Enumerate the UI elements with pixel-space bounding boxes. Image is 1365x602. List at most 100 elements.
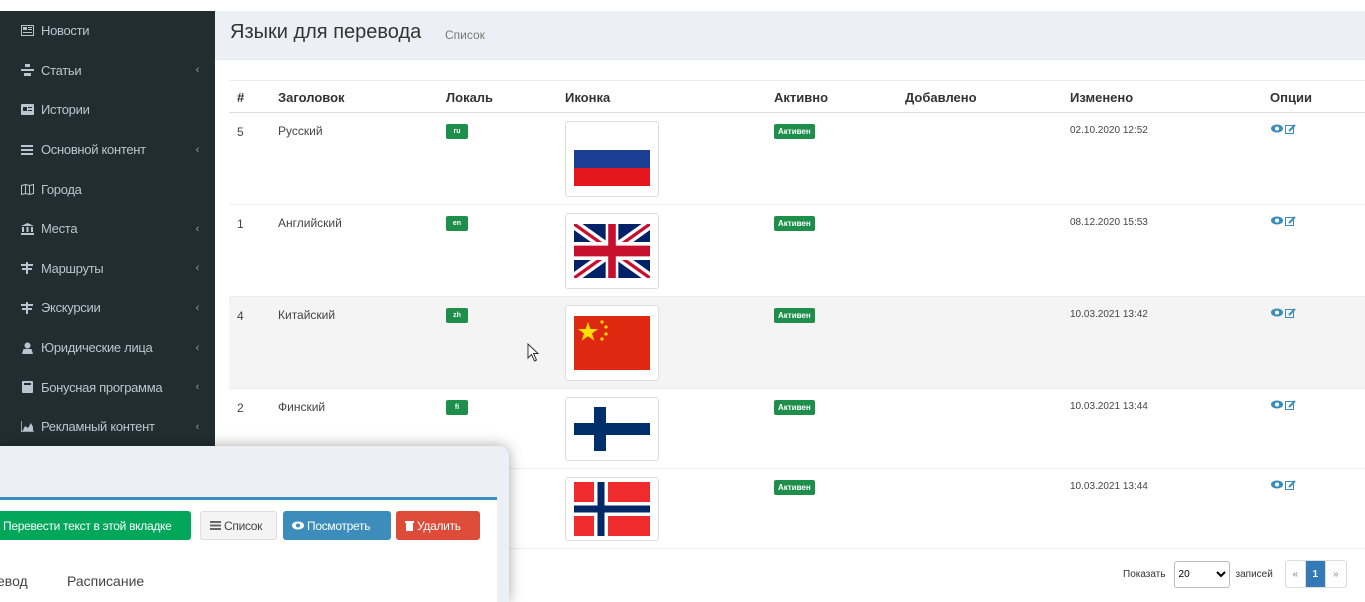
user-secret-icon: [20, 342, 34, 354]
row-modified: 10.03.2021 13:44: [1070, 401, 1148, 412]
list-button[interactable]: Список: [200, 511, 277, 540]
sidebar: Новости Статьи ‹ Истории Основной контен…: [0, 11, 215, 456]
column-header-id[interactable]: #: [237, 90, 244, 105]
uk-flag: [574, 224, 650, 278]
finland-flag: [574, 407, 650, 451]
row-options: [1271, 216, 1296, 227]
chevron-left-icon: ‹: [195, 64, 200, 77]
signpost-icon: [20, 301, 34, 314]
next-page-button[interactable]: »: [1326, 561, 1346, 587]
row-id: 1: [237, 217, 244, 231]
column-header-modified[interactable]: Изменено: [1070, 90, 1133, 105]
column-header-title[interactable]: Заголовок: [278, 90, 345, 105]
column-header-added[interactable]: Добавлено: [905, 90, 977, 105]
locale-badge: zh: [446, 308, 468, 323]
row-title: Русский: [278, 124, 323, 138]
sidebar-item-excursions[interactable]: Экскурсии ‹: [0, 288, 215, 328]
row-title: Английский: [278, 216, 342, 230]
row-title: Финский: [278, 400, 326, 414]
sidebar-item-label: Основной контент: [41, 142, 146, 158]
status-badge: Активен: [774, 480, 815, 495]
sidebar-item-routes[interactable]: Маршруты ‹: [0, 249, 215, 289]
column-header-icon[interactable]: Иконка: [565, 90, 610, 105]
table-header: # Заголовок Локаль Иконка Активно Добавл…: [229, 80, 1365, 113]
overlay-panel: Перевести текст в этой вкладке Список По…: [0, 497, 497, 602]
sidebar-item-label: Города: [41, 181, 82, 197]
delete-button[interactable]: Удалить: [396, 511, 480, 540]
chevron-left-icon: ‹: [195, 381, 200, 394]
eye-icon[interactable]: [1271, 480, 1283, 489]
sidebar-item-news[interactable]: Новости: [0, 11, 215, 51]
column-header-active[interactable]: Активно: [774, 90, 828, 105]
edit-icon[interactable]: [1285, 400, 1296, 411]
sidebar-item-stories[interactable]: Истории: [0, 90, 215, 130]
sidebar-item-bonus-program[interactable]: Бонусная программа ‹: [0, 367, 215, 407]
flag-thumbnail: [565, 305, 659, 381]
flag-thumbnail: [565, 397, 659, 461]
calculator-icon: [20, 381, 34, 394]
eye-icon[interactable]: [1271, 308, 1283, 317]
edit-icon[interactable]: [1285, 308, 1296, 319]
column-header-locale[interactable]: Локаль: [446, 90, 493, 105]
eye-icon[interactable]: [1271, 124, 1283, 133]
chevron-left-icon: ‹: [195, 143, 200, 156]
tab-schedule[interactable]: Расписание: [67, 573, 144, 589]
edit-icon[interactable]: [1285, 124, 1296, 135]
table-row: 1 Английский en Активен 08.12.2020 15:53: [229, 205, 1365, 297]
locale-badge: fi: [446, 400, 468, 415]
signpost-icon: [20, 262, 34, 275]
status-badge: Активен: [774, 216, 815, 231]
edit-icon[interactable]: [1285, 480, 1296, 491]
eye-icon[interactable]: [1271, 216, 1283, 225]
sidebar-item-label: Маршруты: [41, 260, 104, 276]
view-button[interactable]: Посмотреть: [283, 511, 391, 540]
status-badge: Активен: [774, 308, 815, 323]
bank-icon: [20, 222, 34, 235]
edit-icon[interactable]: [1285, 216, 1296, 227]
row-options: [1271, 308, 1296, 319]
page-size-label: Показать: [1123, 568, 1166, 580]
flag-thumbnail: [565, 477, 659, 541]
delete-button-label: Удалить: [417, 518, 461, 533]
sidebar-item-label: Статьи: [41, 62, 82, 78]
articles-icon: [20, 64, 34, 77]
content-header: Языки для перевода Список: [215, 11, 1365, 60]
newspaper-icon: [20, 25, 34, 37]
map-icon: [20, 183, 34, 195]
sidebar-item-main-content[interactable]: Основной контент ‹: [0, 130, 215, 170]
column-header-options: Опции: [1270, 90, 1312, 105]
page-links: « 1 »: [1284, 560, 1347, 588]
trash-icon: [405, 521, 414, 531]
page-button-current[interactable]: 1: [1305, 561, 1326, 587]
sidebar-item-label: Юридические лица: [41, 340, 153, 356]
sidebar-item-cities[interactable]: Города: [0, 169, 215, 209]
eye-icon[interactable]: [1271, 400, 1283, 409]
norway-flag: [574, 482, 650, 536]
russia-flag: [574, 132, 650, 186]
page-title: Языки для перевода: [230, 21, 422, 43]
locale-badge: en: [446, 216, 468, 231]
sidebar-item-places[interactable]: Места ‹: [0, 209, 215, 249]
row-id: 5: [237, 125, 244, 139]
sidebar-item-articles[interactable]: Статьи ‹: [0, 51, 215, 91]
status-badge: Активен: [774, 400, 815, 415]
row-id: 2: [237, 401, 244, 415]
translate-tab-button[interactable]: Перевести текст в этой вкладке: [0, 511, 191, 540]
mouse-cursor-icon: [527, 343, 540, 362]
row-modified: 08.12.2020 15:53: [1070, 217, 1148, 228]
sidebar-item-ad-content[interactable]: Рекламный контент ‹: [0, 407, 215, 447]
view-button-label: Посмотреть: [307, 518, 371, 533]
page-size-select[interactable]: 20: [1173, 560, 1230, 588]
flag-thumbnail: [565, 213, 659, 289]
list-button-label: Список: [224, 518, 263, 533]
sidebar-item-legal-entities[interactable]: Юридические лица ‹: [0, 328, 215, 368]
prev-page-button[interactable]: «: [1286, 561, 1306, 587]
tab-translation[interactable]: евод: [0, 573, 28, 589]
pagination: Показать 20 записей « 1 »: [1123, 560, 1347, 588]
sidebar-item-label: Рекламный контент: [41, 419, 155, 435]
chevron-left-icon: ‹: [195, 301, 200, 314]
row-options: [1271, 480, 1296, 491]
overlay-window: Перевести текст в этой вкладке Список По…: [0, 446, 509, 602]
row-id: 4: [237, 309, 244, 323]
row-modified: 02.10.2020 12:52: [1070, 125, 1148, 136]
